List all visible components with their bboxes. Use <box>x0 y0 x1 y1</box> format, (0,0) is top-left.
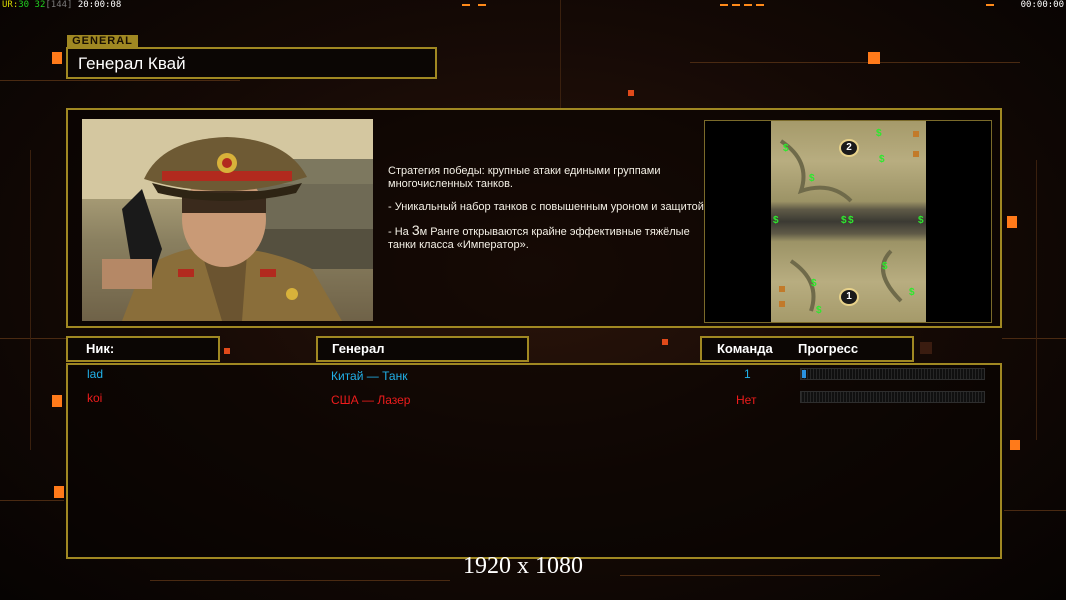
supply-icon: $ <box>841 215 847 226</box>
general-name: Генерал Квай <box>78 54 186 73</box>
column-header-general: Генерал <box>316 336 529 362</box>
hud-marker <box>986 4 994 6</box>
hud-marker <box>720 4 728 6</box>
general-info-panel: Стратегия победы: крупные атаки едиными … <box>66 108 1002 328</box>
minimap-preview: 2 1 $ $ $ $ $ $ $ $ $ $ $ $ <box>704 120 992 323</box>
hud-fps: UR:30 32[144] 20:00:08 <box>2 0 122 10</box>
decor-line <box>620 575 880 576</box>
player-nick: koi <box>87 391 103 405</box>
player-general: Китай — Танк <box>331 369 408 383</box>
supply-icon: $ <box>773 215 779 226</box>
player-list: lad Китай — Танк 1 koi США — Лазер Нет <box>66 363 1002 559</box>
decor-line <box>0 338 66 339</box>
player-team: 1 <box>744 367 751 381</box>
decor-square <box>224 348 230 354</box>
start-position-1: 1 <box>839 288 859 306</box>
general-portrait <box>82 119 373 321</box>
player-general: США — Лазер <box>331 393 411 407</box>
supply-icon: $ <box>816 305 822 316</box>
general-description: Стратегия победы: крупные атаки едиными … <box>388 165 708 262</box>
resolution-watermark: 1920 x 1080 <box>463 553 583 579</box>
hud-right-clock: 00:00:00 <box>1020 0 1064 10</box>
progress-bar <box>800 391 985 403</box>
start-position-2: 2 <box>839 139 859 157</box>
description-line: - На 3м Ранге открываются крайне эффекти… <box>388 222 690 251</box>
supply-icon: $ <box>811 278 817 289</box>
decor-square <box>628 90 634 96</box>
progress-bar-fill <box>802 370 806 378</box>
hud-marker <box>732 4 740 6</box>
decor-line <box>560 0 561 110</box>
hud-marker <box>478 4 486 6</box>
decor-square <box>52 395 62 407</box>
player-team: Нет <box>736 393 757 407</box>
supply-icon: $ <box>876 128 882 139</box>
decor-square <box>920 342 932 354</box>
decor-square <box>52 52 62 64</box>
column-header-team-progress: Команда Прогресс <box>700 336 914 362</box>
title-box: Генерал Квай <box>66 47 437 79</box>
hud-marker <box>744 4 752 6</box>
decor-line <box>1002 338 1066 339</box>
decor-line <box>150 580 450 581</box>
decor-line <box>0 80 240 81</box>
decor-square <box>662 339 668 345</box>
supply-icon: $ <box>783 143 789 154</box>
supply-icon: $ <box>848 215 854 226</box>
decor-square <box>1007 216 1017 228</box>
decor-line <box>30 150 31 450</box>
decor-line <box>0 500 64 501</box>
supply-icon: $ <box>879 154 885 165</box>
column-header-progress: Прогресс <box>798 341 859 356</box>
progress-bar <box>800 368 985 380</box>
column-header-nick: Ник: <box>66 336 220 362</box>
supply-icon: $ <box>809 173 815 184</box>
supply-icon: $ <box>909 287 915 298</box>
player-nick: lad <box>87 367 104 381</box>
portrait-image <box>82 119 373 321</box>
column-header-team: Команда <box>717 341 773 356</box>
description-line: - Уникальный набор танков с повышенным у… <box>388 201 707 213</box>
description-line: Стратегия победы: крупные атаки едиными … <box>388 165 661 190</box>
supply-icon: $ <box>918 215 924 226</box>
decor-line <box>690 62 1020 63</box>
decor-square <box>868 52 880 64</box>
decor-square <box>1010 440 1020 450</box>
minimap-terrain: 2 1 $ $ $ $ $ $ $ $ $ $ $ $ <box>771 121 926 322</box>
decor-square <box>54 486 64 498</box>
decor-line <box>1004 510 1066 511</box>
decor-line <box>1036 160 1037 440</box>
hud-marker <box>756 4 764 6</box>
supply-icon: $ <box>882 261 888 272</box>
hud-marker <box>462 4 470 6</box>
